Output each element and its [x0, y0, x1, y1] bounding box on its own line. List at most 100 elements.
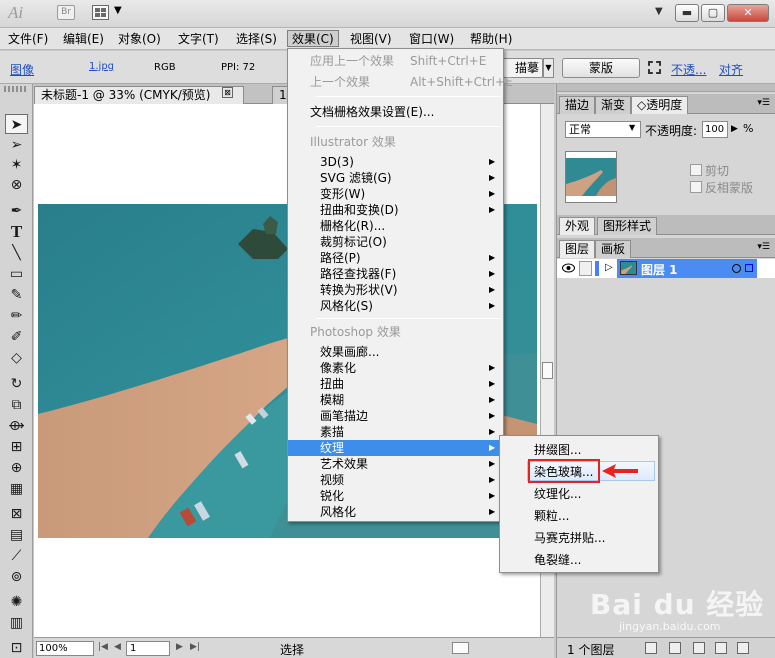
toolbox-grip[interactable]	[4, 86, 28, 92]
tab-layers[interactable]: 图层	[559, 240, 596, 258]
opacity-link[interactable]: 不透...	[671, 61, 706, 78]
effect-pathfinder-item[interactable]: 路径查找器(F) ▶	[288, 266, 503, 282]
pencil-tool-icon[interactable]: ✏	[5, 306, 28, 326]
menu-effect[interactable]: 效果(C)	[287, 30, 339, 47]
opacity-input[interactable]: 100	[702, 121, 728, 138]
lock-toggle[interactable]	[579, 261, 592, 276]
effect-distort-transform-item[interactable]: 扭曲和变换(D) ▶	[288, 202, 503, 218]
opacity-dropdown-icon[interactable]: ▶	[731, 124, 738, 134]
next-page-icon[interactable]: ▶	[176, 642, 183, 652]
column-graph-tool-icon[interactable]: ▥	[5, 613, 28, 633]
clip-checkbox[interactable]	[690, 164, 702, 176]
eraser-tool-icon[interactable]: ◇	[5, 348, 28, 368]
tab-stroke[interactable]: 描边	[559, 96, 596, 114]
free-transform-tool-icon[interactable]: ⊞	[5, 437, 28, 457]
ps-artistic-item[interactable]: 艺术效果 ▶	[288, 456, 503, 472]
ps-texture-item[interactable]: 纹理 ▶	[288, 440, 503, 456]
selection-tool-icon[interactable]: ➤	[5, 114, 28, 134]
align-link[interactable]: 对齐	[719, 61, 743, 78]
menu-window[interactable]: 窗口(W)	[405, 31, 458, 48]
effect-warp-item[interactable]: 变形(W) ▶	[288, 186, 503, 202]
effect-3d-item[interactable]: 3D(3) ▶	[288, 154, 503, 170]
ps-effect-gallery-item[interactable]: 效果画廊...	[288, 344, 503, 360]
line-tool-icon[interactable]: ╲	[5, 243, 28, 263]
raster-settings-item[interactable]: 文档栅格效果设置(E)...	[288, 104, 503, 120]
file-name-link[interactable]: 1.jpg	[89, 61, 114, 72]
type-tool-icon[interactable]: T	[5, 222, 28, 242]
maximize-button[interactable]: ▢	[701, 4, 725, 22]
ps-pixelate-item[interactable]: 像素化 ▶	[288, 360, 503, 376]
panel-grip[interactable]	[557, 84, 775, 92]
status-tool-label[interactable]: 选择	[280, 641, 304, 658]
tab-graphic-styles[interactable]: 图形样式	[597, 217, 658, 235]
arrange-documents-icon[interactable]	[92, 5, 109, 20]
layer-name[interactable]: 图层 1	[641, 261, 678, 278]
close-button[interactable]: ✕	[727, 4, 769, 22]
visibility-eye-icon[interactable]	[562, 263, 575, 273]
layer-row[interactable]: ▷ 图层 1	[557, 259, 775, 278]
menu-select[interactable]: 选择(S)	[232, 31, 281, 48]
gradient-tool-icon[interactable]: ▤	[5, 525, 28, 545]
effect-crop-marks-item[interactable]: 裁剪标记(O)	[288, 234, 503, 250]
new-layer-icon[interactable]	[715, 642, 727, 654]
ps-sketch-item[interactable]: 素描 ▶	[288, 424, 503, 440]
texture-grain-item[interactable]: 颗粒...	[500, 506, 658, 526]
tab-artboards[interactable]: 画板	[595, 240, 632, 258]
effect-path-item[interactable]: 路径(P) ▶	[288, 250, 503, 266]
warp-tool-icon[interactable]: ⟴	[5, 416, 28, 436]
direct-selection-tool-icon[interactable]: ➢	[5, 135, 28, 155]
paintbrush-tool-icon[interactable]: ✎	[5, 285, 28, 305]
tab-appearance[interactable]: 外观	[559, 217, 596, 235]
texture-mosaic-tiles-item[interactable]: 马赛克拼贴...	[500, 528, 658, 548]
texture-texturizer-item[interactable]: 纹理化...	[500, 484, 658, 504]
bridge-button[interactable]: Br	[57, 5, 75, 20]
menu-edit[interactable]: 编辑(E)	[59, 31, 108, 48]
rectangle-tool-icon[interactable]: ▭	[5, 264, 28, 284]
lasso-tool-icon[interactable]: ⊗	[5, 175, 28, 195]
effect-convert-shape-item[interactable]: 转换为形状(V) ▶	[288, 282, 503, 298]
ps-brush-strokes-item[interactable]: 画笔描边 ▶	[288, 408, 503, 424]
perspective-grid-tool-icon[interactable]: ▦	[5, 479, 28, 499]
pen-tool-icon[interactable]: ✒	[5, 201, 28, 221]
vertical-scroll-thumb[interactable]	[542, 362, 553, 379]
menu-help[interactable]: 帮助(H)	[466, 31, 516, 48]
layer-target-icon[interactable]	[732, 264, 741, 273]
horizontal-scroll-thumb[interactable]	[452, 642, 469, 654]
last-effect-item[interactable]: 上一个效果 Alt+Shift+Ctrl+E	[288, 74, 513, 90]
new-sublayer-icon[interactable]	[693, 642, 705, 654]
menu-file[interactable]: 文件(F)	[4, 31, 52, 48]
expand-layer-icon[interactable]: ▷	[605, 262, 613, 273]
close-tab-icon[interactable]: ⊠	[222, 87, 233, 98]
last-page-icon[interactable]: ▶|	[190, 642, 200, 652]
previous-page-icon[interactable]: ◀	[114, 642, 121, 652]
shape-builder-tool-icon[interactable]: ⊕	[5, 458, 28, 478]
scale-tool-icon[interactable]: ⧉	[5, 395, 28, 415]
page-select[interactable]: 1	[126, 641, 170, 656]
menu-object[interactable]: 对象(O)	[114, 31, 165, 48]
mesh-tool-icon[interactable]: ⊠	[5, 504, 28, 524]
blend-mode-dropdown-icon[interactable]: ▼	[629, 123, 635, 132]
magic-wand-tool-icon[interactable]: ✶	[5, 155, 28, 175]
crop-image-icon[interactable]	[648, 61, 661, 74]
zoom-select[interactable]: 100%	[36, 641, 94, 656]
ps-stylize-item[interactable]: 风格化 ▶	[288, 504, 503, 520]
effect-stylize-item[interactable]: 风格化(S) ▶	[288, 298, 503, 314]
invert-mask-checkbox[interactable]	[690, 181, 702, 193]
symbol-sprayer-tool-icon[interactable]: ✺	[5, 592, 28, 612]
blob-brush-tool-icon[interactable]: ✐	[5, 327, 28, 347]
locate-object-icon[interactable]	[645, 642, 657, 654]
effect-rasterize-item[interactable]: 栅格化(R)...	[288, 218, 503, 234]
image-link[interactable]: 图像	[10, 61, 34, 78]
first-page-icon[interactable]: |◀	[98, 642, 108, 652]
texture-craquelure-item[interactable]: 龟裂缝...	[500, 550, 658, 570]
rotate-tool-icon[interactable]: ↻	[5, 374, 28, 394]
ps-video-item[interactable]: 视频 ▶	[288, 472, 503, 488]
tab-transparency[interactable]: ◇透明度	[631, 96, 689, 114]
blend-tool-icon[interactable]: ⊚	[5, 567, 28, 587]
eyedropper-tool-icon[interactable]: ⟋	[5, 546, 28, 566]
document-tab-untitled[interactable]: 未标题-1 @ 33% (CMYK/预览)	[34, 86, 244, 104]
mask-thumbnail[interactable]	[565, 151, 617, 203]
trace-dropdown-icon[interactable]: ▼	[543, 58, 554, 78]
artboard-tool-icon[interactable]: ⊡	[5, 638, 28, 658]
mask-button[interactable]: 蒙版	[562, 58, 640, 78]
